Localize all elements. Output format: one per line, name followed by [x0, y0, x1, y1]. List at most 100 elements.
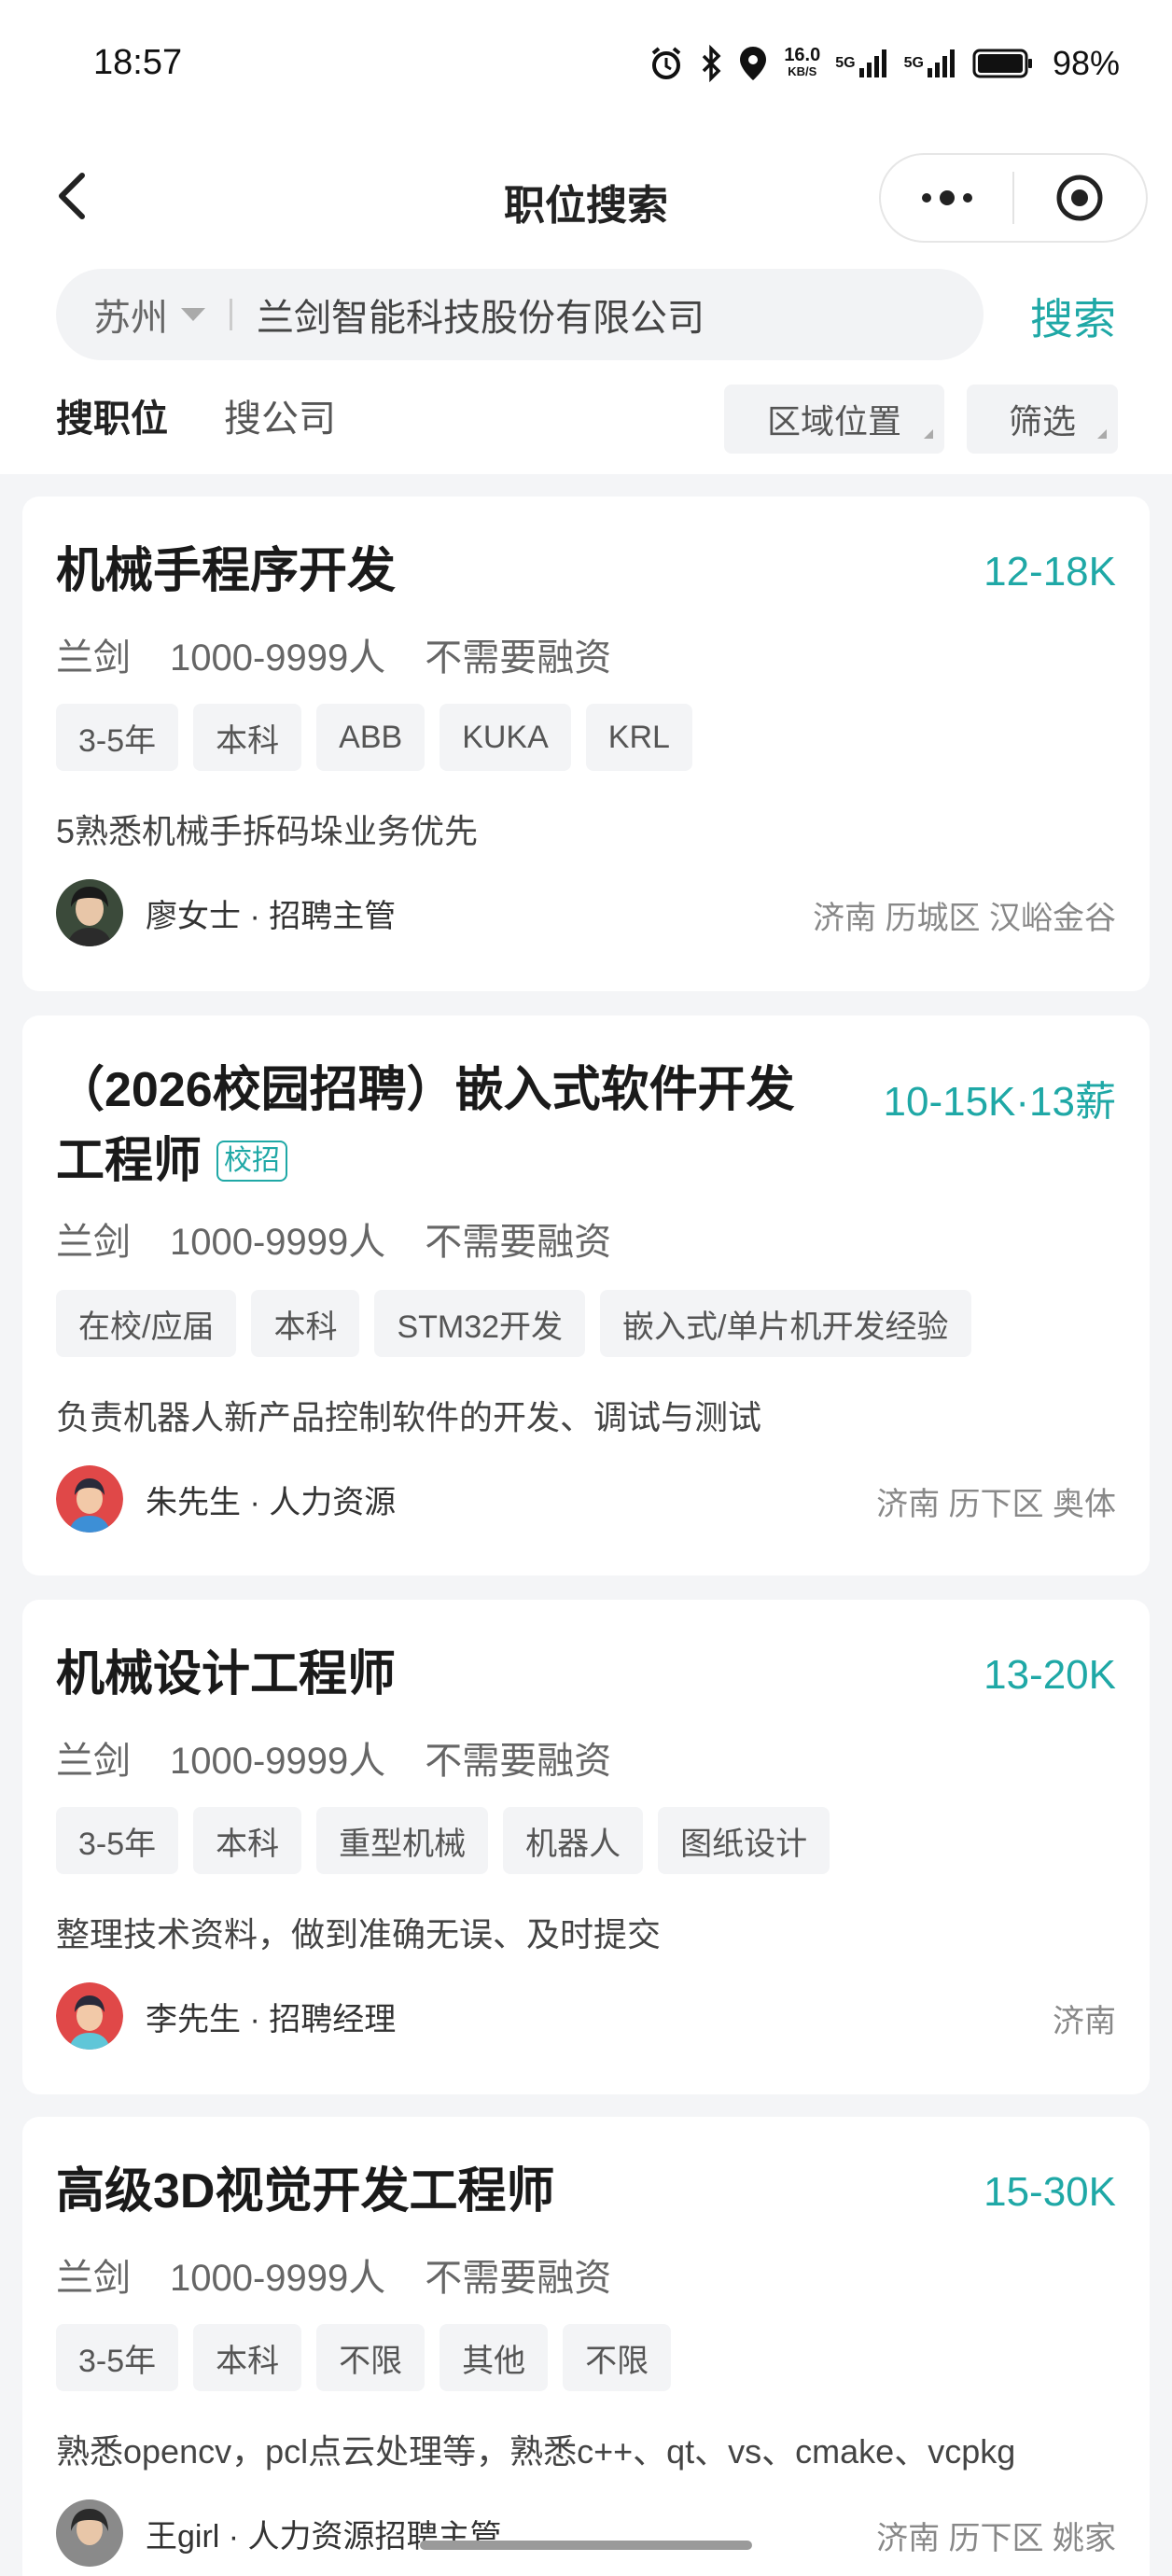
- recruiter-name: 朱先生 · 人力资源: [146, 1484, 397, 1520]
- search-input[interactable]: [257, 293, 966, 336]
- job-description: 整理技术资料，做到准确无误、及时提交: [56, 1915, 662, 1953]
- job-card[interactable]: 高级3D视觉开发工程师 15-30K 兰剑 1000-9999人 不需要融资 3-5…: [22, 2117, 1150, 2576]
- job-tag: 图纸设计: [658, 1807, 830, 1874]
- job-location: 济南: [1053, 2004, 1116, 2039]
- job-title-line2: 工程师 校招: [56, 1126, 858, 1197]
- job-tag: 3-5年: [56, 1807, 179, 1874]
- location-icon: [737, 45, 769, 82]
- status-icons: 16.0 KB/S 5G 5G 98%: [648, 41, 1120, 86]
- area-filter-label: 区域位置: [766, 402, 901, 441]
- job-salary: 10-15K·13薪: [883, 1079, 1116, 1125]
- recruiter-info: 王girl · 人力资源招聘主管: [56, 2499, 502, 2567]
- job-search-page: 18:57 16.0 KB/S 5G 5G 98% 职位搜索 苏州 兰剑智能科技…: [0, 0, 1172, 2576]
- job-tag: 不限: [316, 2324, 426, 2391]
- recruiter-info: 李先生 · 招聘经理: [56, 1982, 396, 2050]
- job-tag: KRL: [585, 704, 692, 771]
- job-card[interactable]: 机械设计工程师 13-20K 兰剑 1000-9999人 不需要融资 3-5年 本科…: [22, 1600, 1150, 2094]
- avatar: [56, 1465, 123, 1533]
- job-tags: 3-5年 本科 ABB KUKA KRL: [56, 704, 692, 771]
- job-tag: 3-5年: [56, 704, 179, 771]
- more-button[interactable]: [881, 155, 1012, 241]
- area-filter-button[interactable]: 区域位置: [724, 385, 944, 454]
- avatar: [56, 2499, 123, 2567]
- company-name: 兰剑: [56, 2258, 131, 2299]
- job-tag: 嵌入式/单片机开发经验: [600, 1290, 971, 1357]
- job-tag: KUKA: [440, 704, 571, 771]
- company-funding: 不需要融资: [425, 2258, 612, 2299]
- company-funding: 不需要融资: [425, 1741, 612, 1782]
- company-info: 兰剑 1000-9999人 不需要融资: [56, 1730, 650, 1785]
- job-tag: 机器人: [503, 1807, 644, 1874]
- company-name: 兰剑: [56, 1222, 131, 1263]
- job-tags: 3-5年 本科 不限 其他 不限: [56, 2324, 672, 2391]
- avatar: [56, 879, 123, 946]
- company-size: 1000-9999人: [170, 1222, 386, 1263]
- home-indicator[interactable]: [420, 2541, 752, 2550]
- signal-icon-2: 5G: [904, 48, 957, 79]
- nav-bar: 职位搜索: [0, 131, 1172, 265]
- company-size: 1000-9999人: [170, 637, 386, 679]
- alarm-icon: [648, 45, 685, 82]
- bluetooth-icon: [700, 45, 722, 82]
- job-card[interactable]: 机械手程序开发 12-18K 兰剑 1000-9999人 不需要融资 3-5年 本科…: [22, 497, 1150, 991]
- filter-button[interactable]: 筛选: [967, 385, 1118, 454]
- job-tag: 本科: [193, 2324, 302, 2391]
- more-dots-icon: [921, 190, 972, 205]
- job-tag: 本科: [193, 704, 302, 771]
- target-circle-icon: [1056, 175, 1103, 221]
- job-tags: 3-5年 本科 重型机械 机器人 图纸设计: [56, 1807, 830, 1874]
- status-time: 18:57: [93, 43, 183, 82]
- mini-program-capsule: [879, 153, 1148, 243]
- job-tag: 重型机械: [316, 1807, 489, 1874]
- filter-label: 筛选: [1008, 402, 1076, 441]
- corner-triangle-icon: [924, 429, 933, 439]
- battery-percent: 98%: [1052, 44, 1120, 82]
- company-name: 兰剑: [56, 637, 131, 679]
- corner-triangle-icon: [1097, 429, 1107, 439]
- search-box: 苏州: [56, 269, 984, 360]
- job-tag: 3-5年: [56, 2324, 179, 2391]
- job-tag: 在校/应届: [56, 1290, 237, 1357]
- recruiter-info: 廖女士 · 招聘主管: [56, 879, 396, 946]
- company-name: 兰剑: [56, 1741, 131, 1782]
- company-funding: 不需要融资: [425, 637, 612, 679]
- tab-search-companies[interactable]: 搜公司: [224, 388, 336, 442]
- search-divider: [230, 299, 232, 330]
- job-location: 济南 历下区 奥体: [876, 1487, 1116, 1522]
- company-size: 1000-9999人: [170, 2258, 386, 2299]
- job-title-line1: （2026校园招聘）嵌入式软件开发: [56, 1063, 795, 1117]
- job-salary: 13-20K: [984, 1652, 1116, 1698]
- job-tag: 不限: [563, 2324, 672, 2391]
- search-bar: 苏州 搜索: [0, 265, 1172, 360]
- company-size: 1000-9999人: [170, 1741, 386, 1782]
- job-salary: 12-18K: [984, 549, 1116, 595]
- company-funding: 不需要融资: [425, 1222, 612, 1263]
- job-description: 熟悉opencv，pcl点云处理等，熟悉c++、qt、vs、cmake、vcpk…: [56, 2432, 1016, 2471]
- job-tag: 本科: [251, 1290, 360, 1357]
- campus-badge: 校招: [216, 1141, 288, 1182]
- job-salary: 15-30K: [984, 2169, 1116, 2215]
- job-title: （2026校园招聘）嵌入式软件开发 工程师 校招: [56, 1055, 858, 1197]
- avatar: [56, 1982, 123, 2050]
- job-card[interactable]: （2026校园招聘）嵌入式软件开发 工程师 校招 10-15K·13薪 兰剑 100…: [22, 1015, 1150, 1575]
- job-location: 济南 历城区 汉峪金谷: [813, 901, 1116, 936]
- search-tabs: 搜职位 搜公司 区域位置 筛选: [0, 360, 1172, 474]
- net-speed: 16.0 KB/S: [784, 45, 821, 78]
- job-description: 5熟悉机械手拆码垛业务优先: [56, 812, 479, 850]
- job-location: 济南 历下区 姚家: [876, 2521, 1116, 2556]
- tab-search-jobs[interactable]: 搜职位: [56, 388, 168, 442]
- job-tags: 在校/应届 本科 STM32开发 嵌入式/单片机开发经验: [56, 1290, 971, 1357]
- battery-icon: [972, 48, 1034, 79]
- status-bar: 18:57 16.0 KB/S 5G 5G 98%: [0, 0, 1172, 131]
- caret-down-icon[interactable]: [181, 308, 205, 321]
- close-mini-program-button[interactable]: [1014, 155, 1146, 241]
- job-title: 高级3D视觉开发工程师: [56, 2164, 555, 2219]
- job-tag: 本科: [193, 1807, 302, 1874]
- recruiter-name: 李先生 · 招聘经理: [146, 2001, 397, 2037]
- job-tag: ABB: [316, 704, 426, 771]
- city-selector[interactable]: 苏州: [93, 287, 168, 342]
- company-info: 兰剑 1000-9999人 不需要融资: [56, 2247, 650, 2302]
- search-button[interactable]: 搜索: [1030, 286, 1116, 347]
- job-title: 机械手程序开发: [56, 544, 397, 598]
- job-description: 负责机器人新产品控制软件的开发、调试与测试: [56, 1398, 762, 1436]
